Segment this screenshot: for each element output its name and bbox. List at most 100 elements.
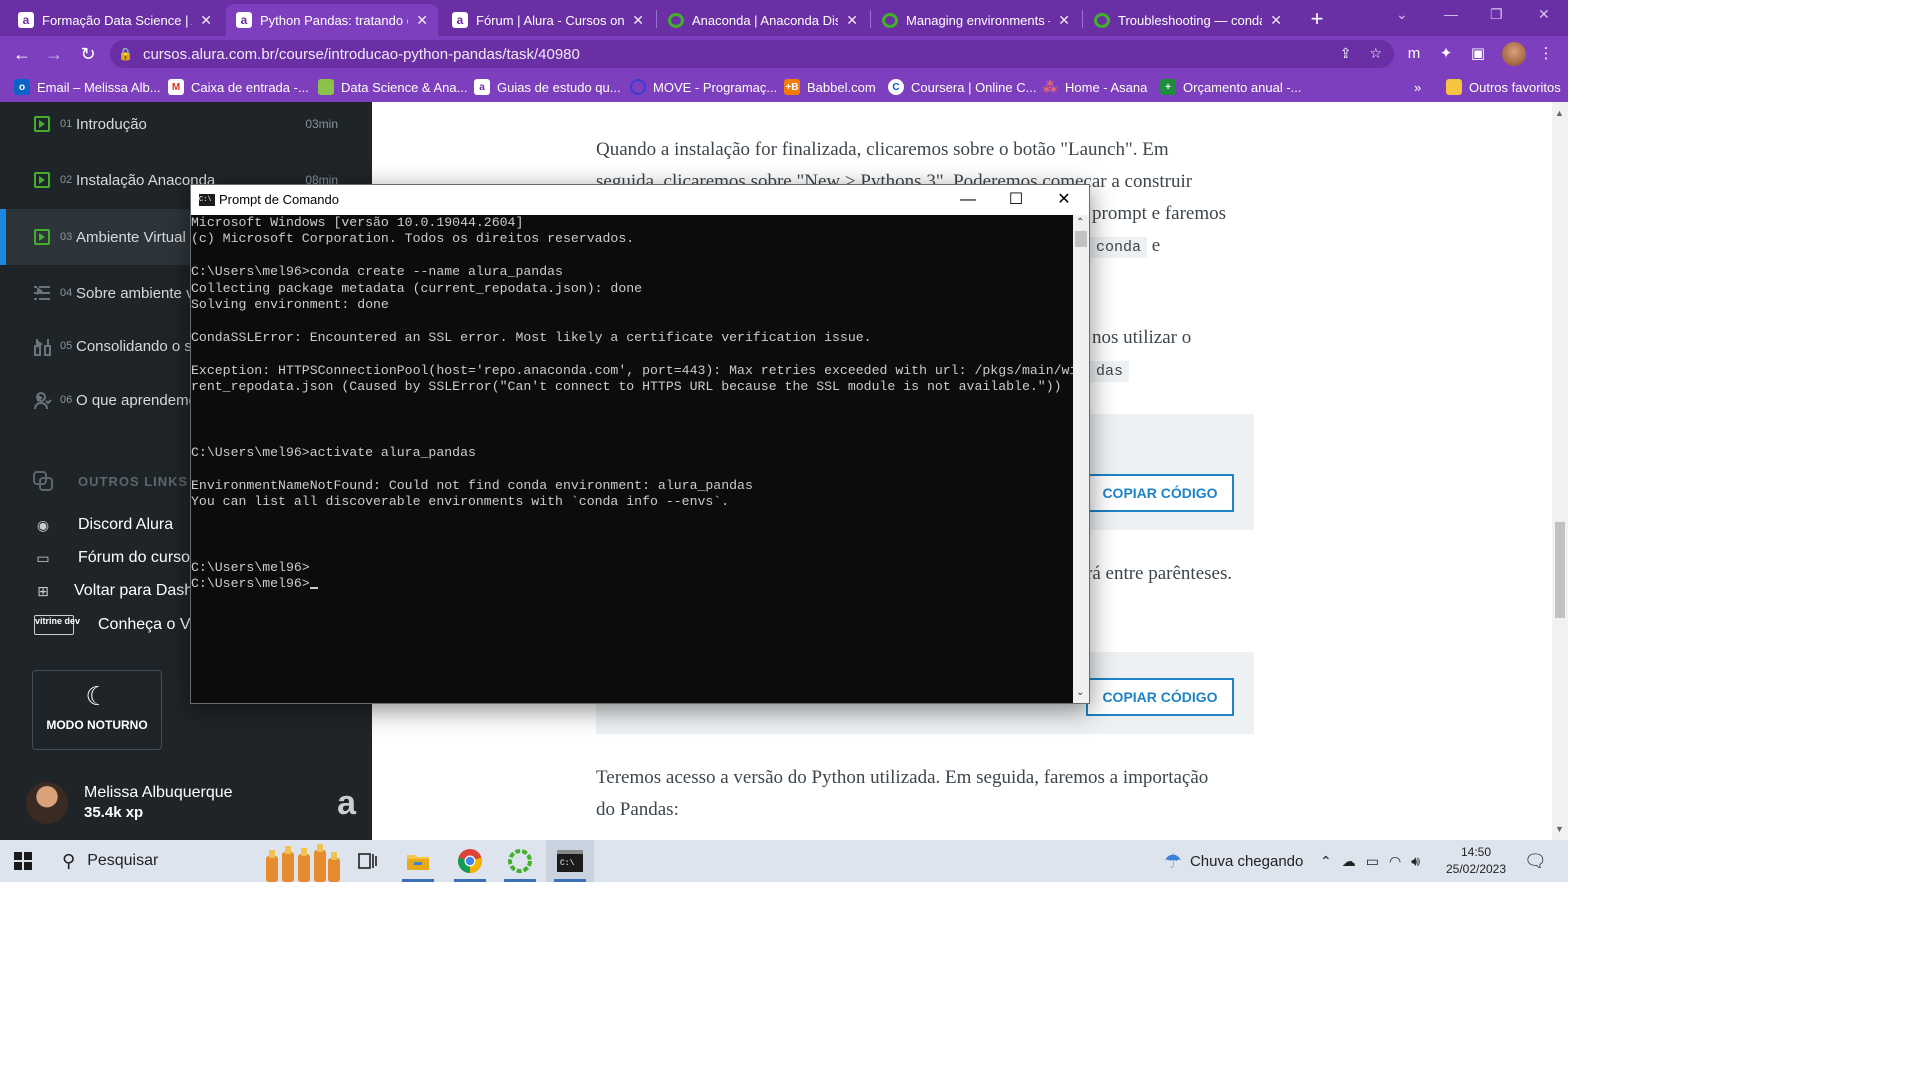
bookmark-data-science[interactable]: Data Science & Ana... (318, 78, 467, 96)
tab-forum-alura[interactable]: a Fórum | Alura - Cursos onlin ✕ (442, 4, 654, 36)
scrollbar-thumb[interactable] (1555, 522, 1565, 618)
avatar (26, 782, 68, 824)
anaconda-favicon-icon (882, 12, 898, 28)
profile-avatar[interactable] (1502, 42, 1526, 66)
tab-title: Formação Data Science | Al (42, 12, 193, 28)
bookmark-orcamento[interactable]: + Orçamento anual -... (1160, 78, 1302, 96)
file-explorer-icon[interactable] (394, 840, 442, 882)
minimize-window-button[interactable]: — (1444, 6, 1458, 22)
console-line: You can list all discoverable environmen… (191, 493, 730, 509)
wifi-icon[interactable]: ◠ (1389, 853, 1401, 870)
windows-taskbar: ⚲ Pesquisar C:\ ☂ Chuva chegando ⌃ ☁ ▭ ◠… (0, 840, 1568, 882)
address-bar[interactable]: 🔒 cursos.alura.com.br/course/introducao-… (110, 40, 1394, 68)
share-icon[interactable]: ⇪ (1340, 45, 1352, 62)
console-prompt-line[interactable]: C:\Users\mel96> (191, 576, 1073, 592)
battery-icon[interactable]: ▭ (1366, 853, 1379, 870)
tab-python-pandas[interactable]: a Python Pandas: tratando e a ✕ (226, 4, 438, 36)
bookmark-label: Email – Melissa Alb... (37, 79, 161, 95)
cmd-console-output[interactable]: Microsoft Windows [versão 10.0.19044.260… (191, 215, 1073, 703)
alura-favicon-icon: a (452, 12, 468, 28)
tab-search-chevron-icon[interactable]: ⌄ (1396, 6, 1408, 23)
other-bookmarks-folder[interactable]: Outros favoritos (1446, 78, 1561, 96)
copy-code-button[interactable]: COPIAR CÓDIGO (1086, 474, 1234, 512)
command-prompt-taskbar-icon[interactable]: C:\ (546, 840, 594, 882)
console-line: C:\Users\mel96>activate alura_pandas (191, 444, 476, 460)
cmd-maximize-button[interactable]: ☐ (993, 189, 1039, 211)
windows-start-icon[interactable] (14, 852, 32, 870)
bookmark-gmail[interactable]: M Caixa de entrada -... (168, 78, 309, 96)
chevron-up-icon[interactable]: ⌃ (1320, 853, 1332, 870)
notifications-icon[interactable]: 🗨︎ (1524, 840, 1547, 882)
weather-widget[interactable]: ☂ Chuva chegando (1164, 840, 1303, 882)
bookmark-move[interactable]: MOVE - Programaç... (630, 78, 777, 96)
sheets-plus-icon: + (1160, 79, 1176, 95)
close-tab-icon[interactable]: ✕ (632, 12, 644, 29)
night-mode-button[interactable]: ☾ MODO NOTURNO (32, 670, 162, 750)
cmd-title-bar[interactable]: C:\ Prompt de Comando — ☐ ✕ (191, 185, 1089, 215)
cmd-close-button[interactable]: ✕ (1041, 189, 1087, 211)
coursera-icon: C (888, 79, 904, 95)
search-placeholder: Pesquisar (87, 852, 159, 869)
scroll-down-icon[interactable]: ▼ (1555, 824, 1564, 834)
clock-date: 25/02/2023 (1445, 862, 1507, 876)
page-scrollbar[interactable]: ▲ ▼ (1552, 102, 1568, 840)
cmd-scrollbar-thumb[interactable] (1075, 231, 1087, 247)
paragraph-line: Quando a instalação for finalizada, clic… (596, 139, 1169, 160)
back-arrow-icon[interactable]: ← (10, 42, 34, 66)
lesson-item-introducao[interactable]: 01 Introdução 03min (0, 96, 372, 152)
bookmark-star-icon[interactable]: ☆ (1369, 45, 1382, 62)
command-prompt-window[interactable]: C:\ Prompt de Comando — ☐ ✕ Microsoft Wi… (190, 184, 1090, 704)
scroll-up-icon[interactable]: ▲ (1555, 108, 1564, 118)
lesson-number: 02 (60, 174, 73, 186)
bookmark-babbel[interactable]: +B Babbel.com (784, 78, 876, 96)
close-tab-icon[interactable]: ✕ (416, 12, 428, 29)
cmd-scrollbar[interactable]: ⌃ ⌄ (1073, 215, 1089, 703)
bookmark-coursera[interactable]: C Coursera | Online C... (888, 78, 1036, 96)
mendeley-extension-icon[interactable]: m (1404, 44, 1424, 64)
link-label: Discord Alura (78, 516, 174, 533)
copy-code-button[interactable]: COPIAR CÓDIGO (1086, 678, 1234, 716)
paragraph-line: prompt e faremos (1092, 203, 1227, 224)
tab-managing-environments[interactable]: Managing environments — ✕ (872, 4, 1080, 36)
close-tab-icon[interactable]: ✕ (1270, 12, 1282, 29)
scroll-up-icon[interactable]: ⌃ (1076, 217, 1084, 228)
more-bookmarks-button[interactable]: » (1414, 78, 1421, 96)
user-check-icon (34, 392, 52, 410)
restore-window-button[interactable]: ❐ (1490, 6, 1503, 23)
bookmark-email[interactable]: o Email – Melissa Alb... (14, 78, 161, 96)
scroll-down-icon[interactable]: ⌄ (1076, 687, 1084, 698)
tab-troubleshooting-conda[interactable]: Troubleshooting — conda 2 ✕ (1084, 4, 1292, 36)
extensions-puzzle-icon[interactable]: ✦ (1436, 44, 1456, 64)
chrome-icon[interactable] (446, 840, 494, 882)
close-tab-icon[interactable]: ✕ (200, 12, 212, 29)
anaconda-navigator-icon[interactable] (496, 840, 544, 882)
url-text[interactable]: cursos.alura.com.br/course/introducao-py… (143, 46, 580, 63)
chrome-menu-icon[interactable]: ⋮ (1536, 44, 1556, 64)
tab-title: Python Pandas: tratando e a (260, 12, 408, 28)
close-tab-icon[interactable]: ✕ (1058, 12, 1070, 29)
discord-alura-link[interactable]: ◉ Discord Alura (34, 516, 173, 534)
volume-icon[interactable]: 🔊︎ (1411, 853, 1420, 870)
forum-do-curso-link[interactable]: ▭ Fórum do curso (34, 549, 190, 567)
bookmark-guias[interactable]: a Guias de estudo qu... (474, 78, 621, 96)
other-links-heading: OUTROS LINKS (32, 470, 188, 492)
taskbar-clock[interactable]: 14:50 25/02/2023 (1438, 844, 1514, 878)
close-window-button[interactable]: ✕ (1538, 6, 1550, 23)
task-view-icon[interactable] (344, 840, 392, 882)
close-tab-icon[interactable]: ✕ (846, 12, 858, 29)
user-profile[interactable]: Melissa Albuquerque 35.4k xp a (26, 782, 366, 826)
bookmark-asana[interactable]: ⁂ Home - Asana (1042, 78, 1148, 96)
lock-icon[interactable]: 🔒 (118, 47, 133, 61)
tab-formacao-data-science[interactable]: a Formação Data Science | Al ✕ (8, 4, 222, 36)
asana-icon: ⁂ (1042, 78, 1058, 95)
forward-arrow-icon[interactable]: → (42, 42, 66, 66)
new-tab-button[interactable]: + (1306, 6, 1328, 32)
onedrive-cloud-icon[interactable]: ☁ (1342, 853, 1356, 870)
lesson-number: 04 (60, 287, 73, 299)
cmd-minimize-button[interactable]: — (945, 189, 991, 211)
reload-icon[interactable]: ↻ (76, 42, 100, 66)
tab-anaconda-distribution[interactable]: Anaconda | Anaconda Distri ✕ (658, 4, 868, 36)
side-panel-icon[interactable]: ▣ (1468, 44, 1488, 64)
